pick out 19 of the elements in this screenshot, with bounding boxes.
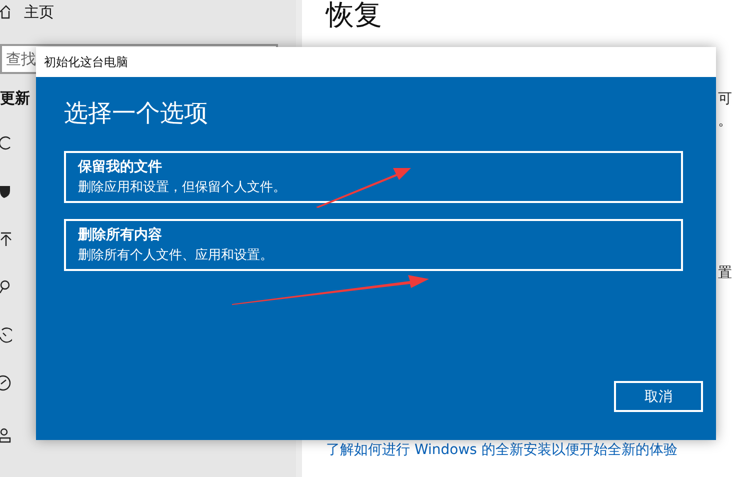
upload-icon	[0, 231, 12, 247]
sync-icon	[0, 135, 12, 151]
check-icon	[0, 375, 12, 391]
section-title: 更新	[0, 89, 30, 109]
body-text: 。	[718, 112, 732, 130]
option-button[interactable]: 保留我的文件 删除应用和设置，但保留个人文件。	[64, 151, 683, 203]
home-link[interactable]: 主页	[24, 2, 54, 22]
body-text: 可	[718, 90, 732, 108]
dialog-heading: 选择一个选项	[64, 98, 209, 129]
option-button[interactable]: 删除所有内容 删除所有个人文件、应用和设置。	[64, 219, 683, 271]
window-title: 初始化这台电脑	[44, 54, 128, 70]
person-icon	[0, 427, 12, 443]
home-icon	[0, 5, 10, 19]
page-title: 恢复	[326, 0, 383, 33]
shield-icon	[0, 183, 12, 199]
install-link[interactable]: 了解如何进行 Windows 的全新安装以便开始全新的体验	[326, 441, 732, 459]
body-text: 置	[718, 264, 732, 282]
history-icon	[0, 327, 12, 343]
cancel-button[interactable]: 取消	[614, 381, 703, 412]
